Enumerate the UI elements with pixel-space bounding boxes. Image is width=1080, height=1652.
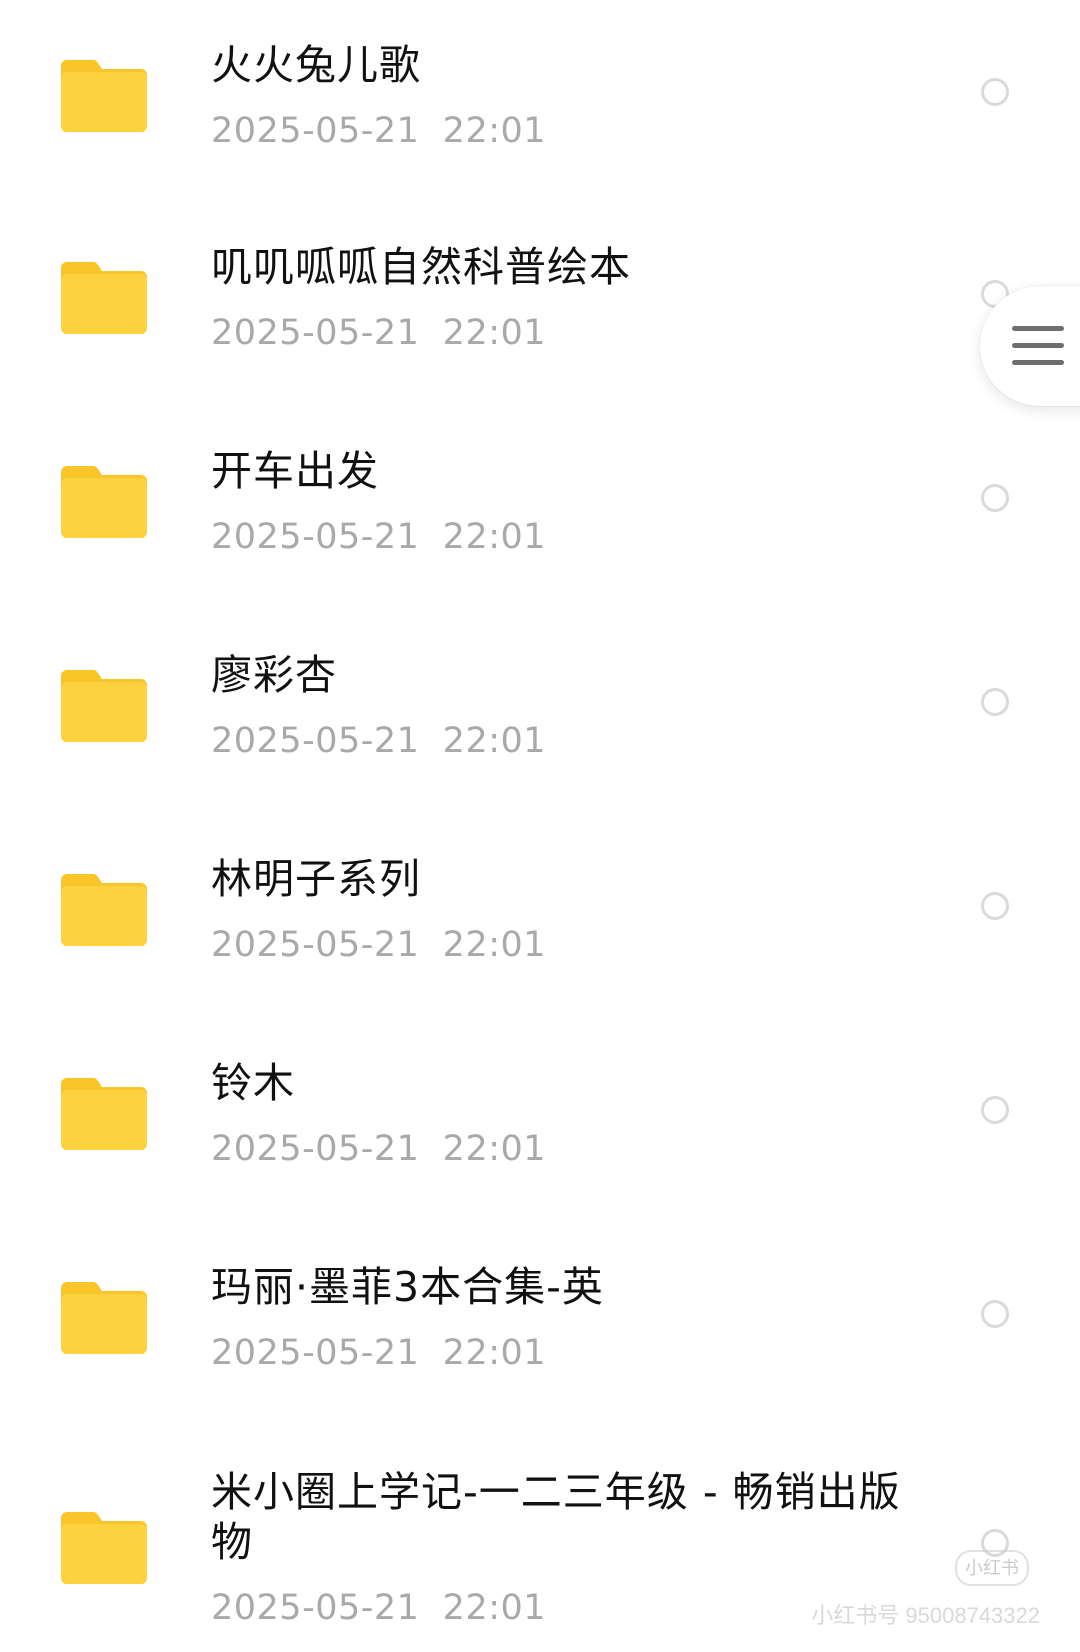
select-radio[interactable] bbox=[981, 484, 1009, 512]
select-radio[interactable] bbox=[981, 688, 1009, 716]
file-modified-date: 2025-05-21 22:01 bbox=[211, 1588, 547, 1628]
file-modified-date: 2025-05-21 22:01 bbox=[211, 517, 547, 557]
folder-icon bbox=[61, 462, 147, 538]
file-name: 叽叽呱呱自然科普绘本 bbox=[211, 243, 631, 291]
file-name: 米小圈上学记-一二三年级 - 畅销出版物 bbox=[211, 1468, 901, 1566]
watermark-text: 小红书号 95008743322 bbox=[811, 1603, 1040, 1628]
list-item-folder[interactable]: 铃木 2025-05-21 22:01 bbox=[0, 1011, 1080, 1215]
folder-icon bbox=[61, 666, 147, 742]
file-list: 火火兔儿歌 2025-05-21 22:01 叽叽呱呱自然科普绘本 2025-0… bbox=[0, 0, 1080, 1652]
list-item-folder[interactable]: 叽叽呱呱自然科普绘本 2025-05-21 22:01 bbox=[0, 195, 1080, 399]
file-name: 玛丽·墨菲3本合集-英 bbox=[211, 1263, 604, 1311]
file-modified-date: 2025-05-21 22:01 bbox=[211, 721, 547, 761]
list-item-folder[interactable]: 玛丽·墨菲3本合集-英 2025-05-21 22:01 bbox=[0, 1215, 1080, 1419]
file-modified-date: 2025-05-21 22:01 bbox=[211, 1129, 547, 1169]
folder-icon bbox=[61, 1278, 147, 1354]
menu-icon bbox=[1012, 326, 1064, 366]
file-name: 林明子系列 bbox=[211, 855, 421, 903]
file-modified-date: 2025-05-21 22:01 bbox=[211, 313, 547, 353]
list-item-folder[interactable]: 火火兔儿歌 2025-05-21 22:01 bbox=[0, 0, 1080, 195]
list-item-folder[interactable]: 开车出发 2025-05-21 22:01 bbox=[0, 399, 1080, 603]
file-name: 廖彩杏 bbox=[211, 651, 337, 699]
folder-icon bbox=[61, 258, 147, 334]
file-name: 开车出发 bbox=[211, 447, 379, 495]
select-radio[interactable] bbox=[981, 1096, 1009, 1124]
file-modified-date: 2025-05-21 22:01 bbox=[211, 111, 547, 151]
folder-icon bbox=[61, 1074, 147, 1150]
file-modified-date: 2025-05-21 22:01 bbox=[211, 1333, 547, 1373]
folder-icon bbox=[61, 56, 147, 132]
select-radio[interactable] bbox=[981, 78, 1009, 106]
file-name: 火火兔儿歌 bbox=[211, 41, 421, 89]
folder-icon bbox=[61, 870, 147, 946]
select-radio[interactable] bbox=[981, 892, 1009, 920]
list-item-folder[interactable]: 林明子系列 2025-05-21 22:01 bbox=[0, 807, 1080, 1011]
file-name: 铃木 bbox=[211, 1059, 295, 1107]
file-modified-date: 2025-05-21 22:01 bbox=[211, 925, 547, 965]
folder-icon bbox=[61, 1508, 147, 1584]
select-radio[interactable] bbox=[981, 1300, 1009, 1328]
list-item-folder[interactable]: 廖彩杏 2025-05-21 22:01 bbox=[0, 603, 1080, 807]
watermark-badge: 小红书 bbox=[955, 1550, 1029, 1586]
